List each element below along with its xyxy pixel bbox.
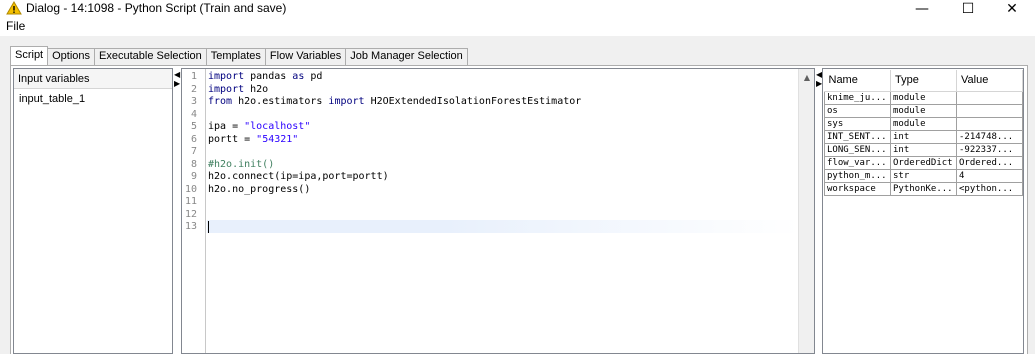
cell-name: LONG_SEN... — [824, 142, 891, 157]
cell-value: Ordered... — [956, 155, 1023, 170]
cell-type: module — [890, 90, 957, 105]
line-number: 2 — [190, 83, 197, 95]
line-number: 11 — [184, 196, 197, 207]
text-caret — [208, 221, 209, 233]
tab-flow-variables[interactable]: Flow Variables — [264, 48, 347, 65]
cell-value: 4 — [956, 168, 1023, 183]
workspace-variables-table: Name Type Value knime_ju... module os mo… — [824, 70, 1023, 196]
cell-name: knime_ju... — [824, 90, 891, 105]
menu-file[interactable]: File — [6, 19, 25, 33]
editor-vertical-scrollbar[interactable]: ▲ — [798, 69, 814, 353]
code-line[interactable]: ipa = "localhost" — [208, 121, 310, 134]
workspace-variables-pane: Name Type Value knime_ju... module os mo… — [822, 68, 1024, 354]
input-variables-pane: Input variables input_table_1 — [13, 68, 173, 354]
cell-name: INT_SENT... — [824, 129, 891, 144]
line-number: 10 — [184, 183, 197, 195]
cell-value — [956, 90, 1023, 105]
code-line[interactable]: portt = "54321" — [208, 134, 298, 147]
line-number: 8 — [190, 158, 197, 170]
menu-bar: File — [0, 18, 1035, 36]
line-number: 4 — [190, 108, 197, 120]
window-title: Dialog - 14:1098 - Python Script (Train … — [26, 1, 287, 15]
table-row[interactable]: os module — [824, 103, 1023, 118]
line-number: 9 — [190, 171, 197, 182]
cell-type: int — [890, 142, 957, 157]
tab-strip: Script Options Executable Selection Temp… — [10, 46, 468, 65]
close-button[interactable]: ✕ — [989, 0, 1035, 18]
cell-value — [956, 103, 1023, 118]
input-variable-item[interactable]: input_table_1 — [14, 89, 172, 107]
tab-job-manager-selection[interactable]: Job Manager Selection — [345, 48, 468, 65]
code-line[interactable]: #h2o.init() — [208, 159, 274, 172]
line-number: 5 — [190, 121, 197, 132]
line-number: 13 — [184, 221, 197, 232]
cell-type: int — [890, 129, 957, 144]
cell-name: python_m... — [824, 168, 891, 183]
cell-value: -214748... — [956, 129, 1023, 144]
cell-type: OrderedDict — [890, 155, 957, 170]
table-row[interactable]: INT_SENT... int -214748... — [824, 129, 1023, 144]
table-row[interactable]: sys module — [824, 116, 1023, 131]
line-number: 6 — [190, 133, 197, 145]
code-line[interactable]: import h2o — [208, 84, 268, 97]
cell-name: sys — [824, 116, 891, 131]
cell-name: os — [824, 103, 891, 118]
table-row[interactable]: LONG_SEN... int -922337... — [824, 142, 1023, 157]
current-line-highlight — [207, 220, 800, 233]
cell-type: PythonKe... — [890, 181, 957, 196]
cell-type: module — [890, 116, 957, 131]
cell-type: module — [890, 103, 957, 118]
maximize-button[interactable]: ☐ — [945, 0, 991, 18]
warning-icon — [6, 1, 22, 15]
minimize-button[interactable]: — — [899, 0, 945, 18]
cell-value: -922337... — [956, 142, 1023, 157]
code-line[interactable]: h2o.no_progress() — [208, 184, 310, 197]
cell-value: <python... — [956, 181, 1023, 196]
line-number: 1 — [190, 71, 197, 82]
line-number: 3 — [190, 96, 197, 107]
line-number-gutter: 1 2 3 4 5 6 7 8 9 10 11 12 13 — [182, 69, 206, 353]
input-variables-header[interactable]: Input variables — [14, 69, 172, 89]
cell-name: flow_var... — [824, 155, 891, 170]
line-number: 12 — [184, 208, 197, 220]
script-editor[interactable]: 1 2 3 4 5 6 7 8 9 10 11 12 13 import pan… — [181, 68, 815, 354]
table-row[interactable]: workspace PythonKe... <python... — [824, 181, 1023, 196]
cell-type: str — [890, 168, 957, 183]
tab-script[interactable]: Script — [10, 46, 49, 65]
table-row[interactable]: flow_var... OrderedDict Ordered... — [824, 155, 1023, 170]
tab-templates[interactable]: Templates — [205, 48, 266, 65]
table-row[interactable]: knime_ju... module — [824, 90, 1023, 105]
line-number: 7 — [190, 146, 197, 157]
column-header-value[interactable]: Value — [956, 70, 1023, 92]
tab-options[interactable]: Options — [47, 48, 96, 65]
code-line[interactable]: import pandas as pd — [208, 71, 322, 84]
tab-executable-selection[interactable]: Executable Selection — [94, 48, 207, 65]
scroll-up-arrow-icon[interactable]: ▲ — [799, 69, 815, 85]
column-header-name[interactable]: Name — [824, 70, 891, 92]
code-line[interactable]: from h2o.estimators import H2OExtendedIs… — [208, 96, 581, 109]
table-row[interactable]: python_m... str 4 — [824, 168, 1023, 183]
cell-name: workspace — [824, 181, 891, 196]
cell-value — [956, 116, 1023, 131]
column-header-type[interactable]: Type — [890, 70, 957, 92]
code-line[interactable]: h2o.connect(ip=ipa,port=portt) — [208, 171, 389, 184]
title-bar: Dialog - 14:1098 - Python Script (Train … — [0, 0, 1035, 18]
